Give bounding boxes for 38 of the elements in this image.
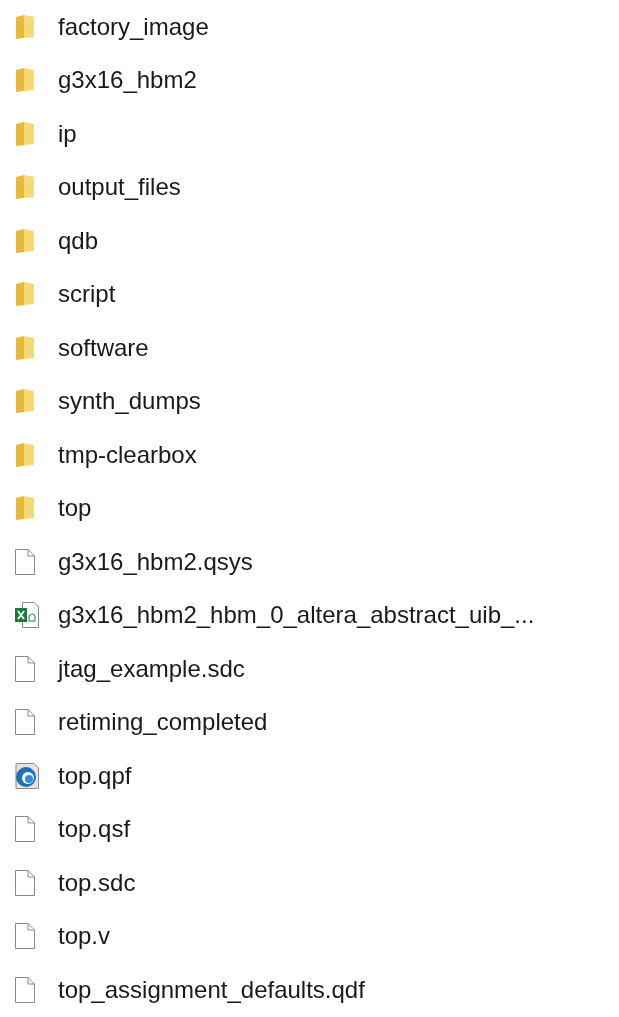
file-name[interactable]: output_files [58, 169, 181, 206]
file-name[interactable]: g3x16_hbm2 [58, 62, 197, 99]
file-name[interactable]: factory_image [58, 8, 209, 45]
file-name[interactable]: top.qsf [58, 811, 131, 848]
file-name[interactable]: jtag_example.sdc [58, 650, 245, 687]
file-name[interactable]: ip [58, 115, 77, 152]
folder-icon [14, 334, 36, 361]
file-name[interactable]: retiming_completed [58, 704, 268, 741]
file-name[interactable]: top.qpf [58, 757, 132, 794]
document-icon [14, 547, 36, 576]
document-icon [14, 708, 36, 737]
document-icon [14, 868, 36, 897]
folder-icon [14, 13, 36, 40]
file-name[interactable]: top [58, 490, 92, 527]
file-name[interactable]: top.v [58, 918, 111, 955]
document-icon [14, 815, 36, 844]
file-name[interactable]: g3x16_hbm2_hbm_0_altera_abstract_uib_... [58, 597, 535, 634]
spreadsheet-icon [14, 601, 40, 630]
document-icon [14, 654, 36, 683]
folder-icon [14, 120, 36, 147]
file-name[interactable]: software [58, 329, 149, 366]
file-name[interactable]: g3x16_hbm2.qsys [58, 543, 253, 580]
file-name[interactable]: top.sdc [58, 864, 136, 901]
file-name[interactable]: qdb [58, 222, 99, 259]
file-name[interactable]: tmp-clearbox [58, 436, 197, 473]
folder-icon [14, 67, 36, 94]
globe-document-icon [14, 761, 40, 790]
folder-icon [14, 227, 36, 254]
file-name[interactable]: top_assignment_defaults.qdf [58, 971, 365, 1008]
folder-icon [14, 441, 36, 468]
document-icon [14, 922, 36, 951]
folder-icon [14, 174, 36, 201]
folder-icon [14, 388, 36, 415]
folder-icon [14, 281, 36, 308]
document-icon [14, 975, 36, 1004]
file-name[interactable]: synth_dumps [58, 383, 201, 420]
file-name[interactable]: script [58, 276, 116, 313]
folder-icon [14, 495, 36, 522]
